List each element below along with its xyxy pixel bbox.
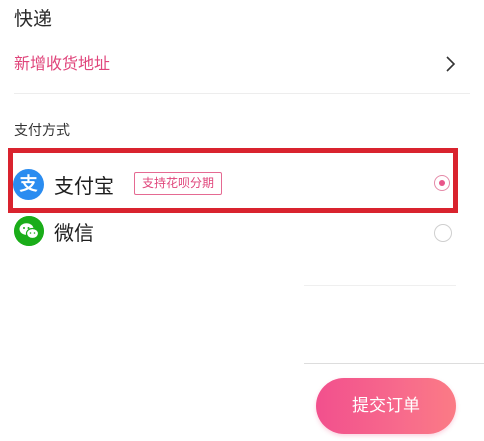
highlight-annotation-box	[8, 148, 458, 213]
divider	[304, 285, 456, 286]
add-address-row[interactable]: 新增收货地址	[0, 40, 484, 88]
wechat-radio-unselected[interactable]	[434, 224, 452, 242]
payment-option-wechat[interactable]: 微信	[0, 212, 484, 256]
divider	[14, 93, 470, 94]
wechat-icon	[14, 216, 44, 246]
footer-divider	[304, 363, 484, 364]
add-address-link[interactable]: 新增收货地址	[14, 50, 110, 74]
submit-order-button[interactable]: 提交订单	[316, 378, 456, 434]
payment-method-title: 支付方式	[14, 123, 70, 139]
wechat-label: 微信	[54, 221, 94, 245]
delivery-section-title: 快递	[14, 8, 53, 30]
chevron-right-icon	[446, 56, 456, 72]
